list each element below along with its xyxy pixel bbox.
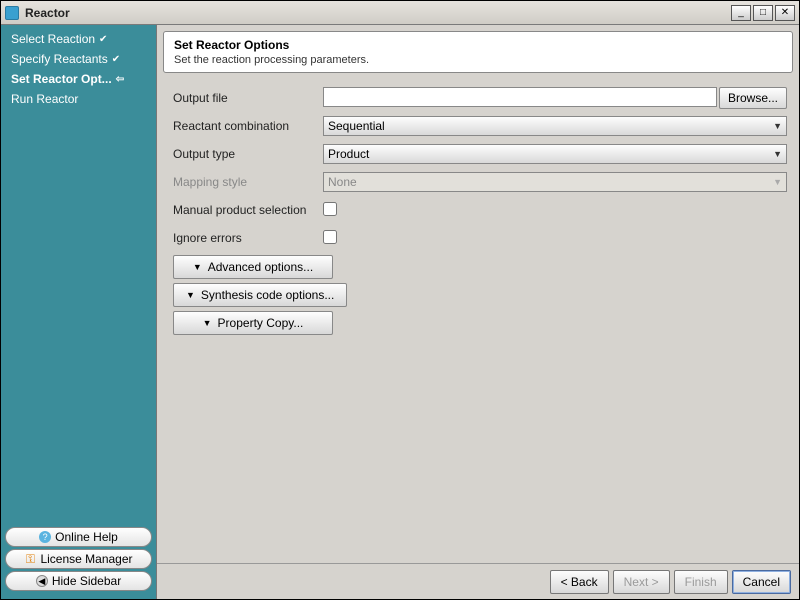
online-help-label: Online Help	[55, 530, 118, 544]
row-mapping-style: Mapping style None ▼	[173, 169, 787, 195]
triangle-down-icon: ▼	[186, 290, 195, 300]
sidebar-item-run-reactor[interactable]: Run Reactor	[1, 89, 156, 109]
sidebar-buttons: ? Online Help ⚿ License Manager ◀ Hide S…	[1, 523, 156, 595]
synthesis-code-options-button[interactable]: ▼ Synthesis code options...	[173, 283, 347, 307]
help-icon: ?	[39, 531, 51, 543]
titlebar: Reactor _ □ ✕	[1, 1, 799, 25]
reactant-combination-value: Sequential	[328, 119, 385, 133]
sidebar-item-label: Specify Reactants	[11, 52, 108, 66]
license-manager-label: License Manager	[40, 552, 132, 566]
window-buttons: _ □ ✕	[731, 5, 795, 21]
mapping-style-value: None	[328, 175, 357, 189]
output-file-input[interactable]	[323, 87, 717, 107]
close-button[interactable]: ✕	[775, 5, 795, 21]
key-icon: ⚿	[24, 553, 36, 565]
license-manager-button[interactable]: ⚿ License Manager	[5, 549, 152, 569]
browse-button[interactable]: Browse...	[719, 87, 787, 109]
check-icon: ✔	[112, 54, 120, 65]
reactant-combination-select[interactable]: Sequential ▼	[323, 116, 787, 136]
mapping-style-select: None ▼	[323, 172, 787, 192]
advanced-options-button[interactable]: ▼ Advanced options...	[173, 255, 333, 279]
finish-button: Finish	[674, 570, 728, 594]
row-reactant-combination: Reactant combination Sequential ▼	[173, 113, 787, 139]
collapse-icon: ◀	[36, 575, 48, 587]
hide-sidebar-button[interactable]: ◀ Hide Sidebar	[5, 571, 152, 591]
property-copy-label: Property Copy...	[218, 316, 304, 330]
row-output-type: Output type Product ▼	[173, 141, 787, 167]
output-file-label: Output file	[173, 91, 323, 105]
chevron-down-icon: ▼	[773, 149, 782, 159]
main-panel: Set Reactor Options Set the reaction pro…	[157, 25, 799, 599]
sidebar-item-select-reaction[interactable]: Select Reaction ✔	[1, 29, 156, 49]
output-type-label: Output type	[173, 147, 323, 161]
chevron-down-icon: ▼	[773, 177, 782, 187]
page-header: Set Reactor Options Set the reaction pro…	[163, 31, 793, 73]
manual-selection-label: Manual product selection	[173, 203, 323, 217]
triangle-down-icon: ▼	[203, 318, 212, 328]
next-button: Next >	[613, 570, 670, 594]
sidebar-item-label: Run Reactor	[11, 92, 78, 106]
back-button[interactable]: < Back	[550, 570, 609, 594]
manual-selection-checkbox[interactable]	[323, 202, 337, 216]
reactant-combination-label: Reactant combination	[173, 119, 323, 133]
app-title: Reactor	[25, 6, 731, 20]
ignore-errors-label: Ignore errors	[173, 231, 323, 245]
sidebar-spacer	[1, 109, 156, 523]
row-manual-selection: Manual product selection	[173, 197, 787, 223]
form-area: Output file Browse... Reactant combinati…	[157, 77, 799, 563]
output-type-value: Product	[328, 147, 369, 161]
app-icon	[5, 6, 19, 20]
body: Select Reaction ✔ Specify Reactants ✔ Se…	[1, 25, 799, 599]
advanced-options-label: Advanced options...	[208, 260, 313, 274]
online-help-button[interactable]: ? Online Help	[5, 527, 152, 547]
synthesis-code-options-label: Synthesis code options...	[201, 288, 334, 302]
wizard-footer: < Back Next > Finish Cancel	[157, 563, 799, 599]
row-ignore-errors: Ignore errors	[173, 225, 787, 251]
sidebar-item-label: Set Reactor Opt...	[11, 72, 112, 86]
output-type-select[interactable]: Product ▼	[323, 144, 787, 164]
sidebar-item-specify-reactants[interactable]: Specify Reactants ✔	[1, 49, 156, 69]
check-icon: ✔	[99, 34, 107, 45]
ignore-errors-checkbox[interactable]	[323, 230, 337, 244]
current-step-icon: ⇦	[116, 74, 124, 85]
maximize-button[interactable]: □	[753, 5, 773, 21]
page-title: Set Reactor Options	[174, 38, 782, 52]
minimize-button[interactable]: _	[731, 5, 751, 21]
sidebar: Select Reaction ✔ Specify Reactants ✔ Se…	[1, 25, 157, 599]
property-copy-button[interactable]: ▼ Property Copy...	[173, 311, 333, 335]
cancel-button[interactable]: Cancel	[732, 570, 791, 594]
sidebar-item-set-reactor-options[interactable]: Set Reactor Opt... ⇦	[1, 69, 156, 89]
chevron-down-icon: ▼	[773, 121, 782, 131]
app-window: Reactor _ □ ✕ Select Reaction ✔ Specify …	[0, 0, 800, 600]
page-subtitle: Set the reaction processing parameters.	[174, 54, 782, 66]
triangle-down-icon: ▼	[193, 262, 202, 272]
hide-sidebar-label: Hide Sidebar	[52, 574, 121, 588]
mapping-style-label: Mapping style	[173, 175, 323, 189]
sidebar-item-label: Select Reaction	[11, 32, 95, 46]
row-output-file: Output file Browse...	[173, 85, 787, 111]
